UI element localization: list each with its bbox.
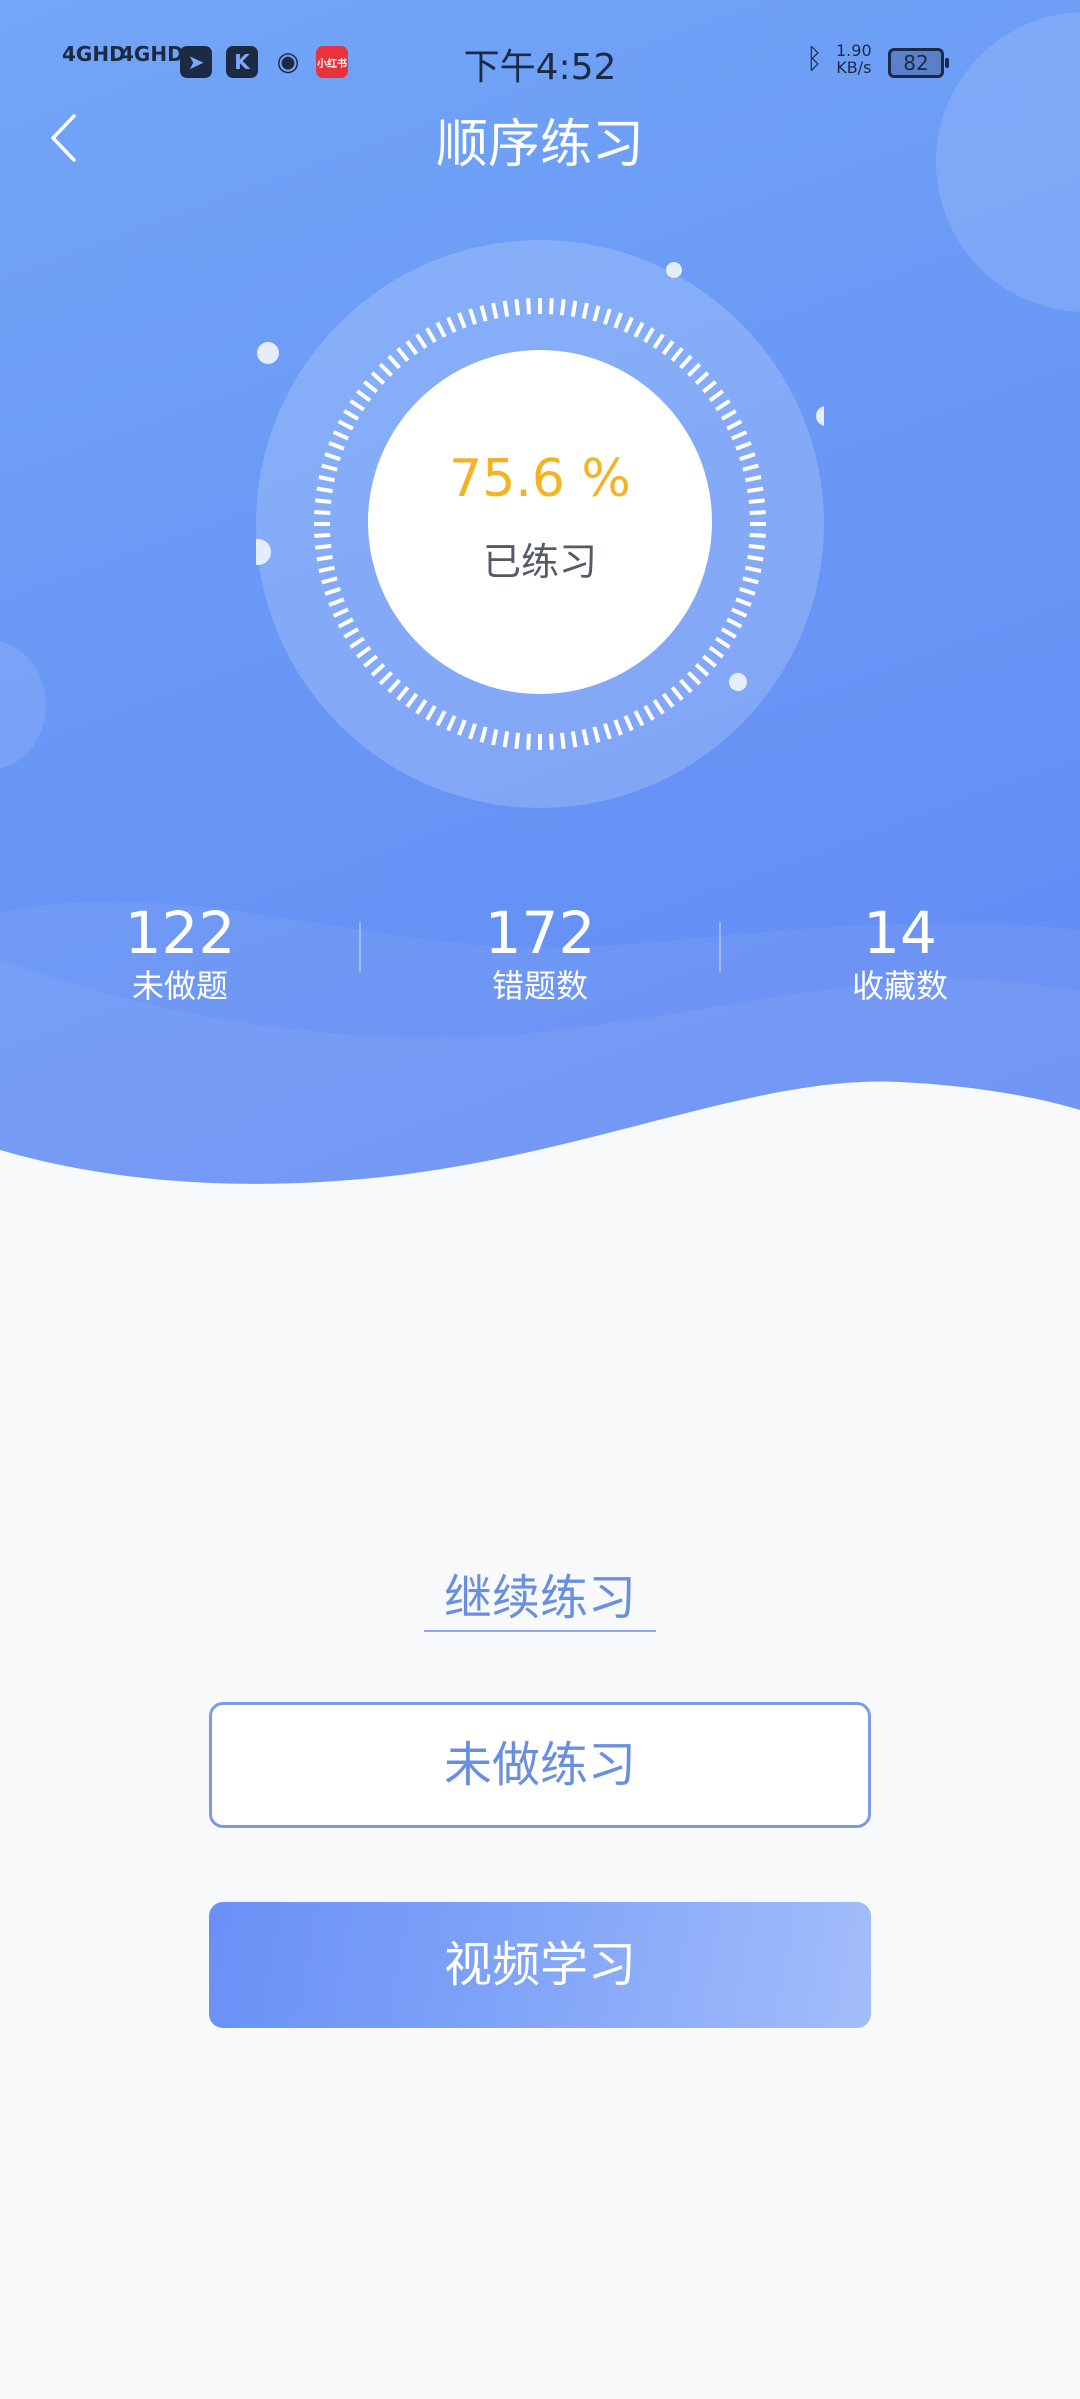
- dial-tick: [315, 498, 332, 505]
- dial-tick: [502, 300, 510, 317]
- stat-undone[interactable]: 122 未做题: [0, 900, 360, 1006]
- dial-tick: [526, 298, 532, 315]
- dial-tick: [514, 299, 521, 316]
- stat-favorites-value: 14: [863, 899, 937, 967]
- battery-icon: 82: [888, 48, 949, 78]
- stat-favorites[interactable]: 14 收藏数: [720, 900, 1080, 1006]
- dial-tick: [514, 732, 521, 749]
- net-speed: 1.90 KB/s: [836, 42, 872, 76]
- dial-tick: [502, 731, 510, 748]
- stat-wrong-label: 错题数: [491, 967, 588, 1005]
- dial-tick: [316, 554, 333, 562]
- stat-undone-label: 未做题: [131, 967, 228, 1005]
- dial-tick: [749, 510, 766, 516]
- status-bar: 4GHD 4GHD ➤ K ◉ 小红书 下午4:52 ᛒ 1.90 KB/s 8…: [0, 30, 1080, 94]
- dial-tick: [548, 298, 554, 315]
- dial-tick: [570, 731, 578, 748]
- progress-center: 75.6 % 已练习: [368, 350, 712, 694]
- dial-tick: [316, 486, 333, 494]
- decor-dot: [666, 262, 682, 278]
- decor-dot: [816, 406, 824, 426]
- page-title: 顺序练习: [435, 115, 644, 175]
- undone-practice-button[interactable]: 未做练习: [209, 1702, 871, 1828]
- dial-tick: [559, 732, 566, 749]
- bluetooth-icon: ᛒ: [806, 42, 823, 75]
- progress-percent: 75.6 %: [449, 448, 631, 509]
- net-speed-value: 1.90: [836, 41, 872, 60]
- dial-tick: [559, 299, 566, 316]
- dial-tick: [570, 300, 578, 317]
- dial-tick: [314, 510, 331, 516]
- dial-tick: [747, 554, 764, 562]
- dial-tick: [747, 486, 764, 494]
- dial-tick: [315, 543, 332, 550]
- stats-row: 122 未做题 172 错题数 14 收藏数: [0, 900, 1080, 1020]
- dial-tick: [526, 733, 532, 750]
- dial-tick: [749, 532, 766, 538]
- continue-practice-link[interactable]: 继续练习: [424, 1558, 656, 1632]
- progress-caption: 已练习: [482, 539, 597, 584]
- stat-undone-value: 122: [124, 899, 236, 967]
- dial-tick: [748, 543, 765, 550]
- decor-dot: [257, 342, 279, 364]
- decor-dot: [729, 673, 747, 691]
- dial-tick: [748, 498, 765, 505]
- dial-tick: [548, 733, 554, 750]
- dial-tick: [314, 532, 331, 538]
- stat-favorites-label: 收藏数: [851, 967, 948, 1005]
- video-study-button[interactable]: 视频学习: [209, 1902, 871, 2028]
- net-speed-unit: KB/s: [836, 58, 872, 77]
- stat-wrong-value: 172: [484, 899, 596, 967]
- stat-wrong[interactable]: 172 错题数: [360, 900, 720, 1006]
